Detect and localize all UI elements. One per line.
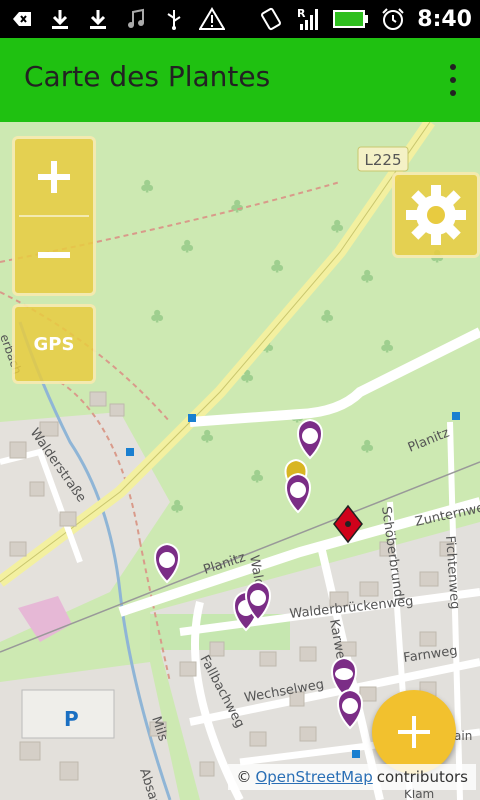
tree-symbol: ♣: [320, 307, 334, 326]
overflow-menu-icon[interactable]: [446, 64, 460, 96]
back-notification-icon: [8, 5, 36, 33]
tree-symbol: ♣: [180, 237, 194, 256]
bus-stop-icon: [352, 750, 360, 758]
notification-icons: [8, 4, 226, 34]
bus-stop-icon: [126, 448, 134, 456]
zoom-out-button[interactable]: [15, 217, 93, 293]
zoom-in-button[interactable]: [15, 139, 93, 215]
settings-button[interactable]: [392, 172, 480, 258]
download-icon: [46, 5, 74, 33]
roaming-signal-icon: R: [295, 5, 323, 33]
map-view[interactable]: ♣ ♣ ♣ ♣ ♣ ♣ ♣ ♣ ♣ ♣ ♣ ♣ ♣ ♣ ♣ ♣ ♣: [0, 122, 480, 800]
tree-symbol: ♣: [250, 467, 264, 486]
overflow-dot: [450, 90, 456, 96]
openstreetmap-link[interactable]: OpenStreetMap: [255, 768, 372, 786]
battery-icon: [333, 5, 369, 33]
music-icon: [122, 5, 150, 33]
tree-symbol: ♣: [150, 307, 164, 326]
gps-button[interactable]: GPS: [12, 304, 96, 384]
add-plant-fab[interactable]: [372, 690, 456, 774]
zoom-control: [12, 136, 96, 296]
status-bar: R 8:40: [0, 0, 480, 38]
plus-icon: [38, 161, 70, 193]
status-time: 8:40: [417, 6, 472, 32]
usb-icon: [160, 5, 188, 33]
gear-icon: [406, 185, 466, 245]
tree-symbol: ♣: [360, 267, 374, 286]
gps-label: GPS: [33, 333, 75, 355]
tree-symbol: ♣: [170, 497, 184, 516]
map-attribution: © OpenStreetMap contributors: [228, 764, 476, 790]
alarm-icon: [379, 5, 407, 33]
bus-stop-icon: [452, 412, 460, 420]
app-bar: Carte des Plantes: [0, 38, 480, 122]
attribution-copyright: ©: [236, 768, 252, 786]
svg-text:R: R: [297, 7, 306, 20]
tree-symbol: ♣: [140, 177, 154, 196]
overflow-dot: [450, 77, 456, 83]
rotation-icon: [257, 5, 285, 33]
parking-label: P: [64, 707, 79, 731]
road-badge-l225: L225: [357, 146, 409, 172]
tree-symbol: ♣: [270, 257, 284, 276]
attribution-suffix: contributors: [376, 768, 468, 786]
app-title: Carte des Plantes: [24, 60, 271, 93]
tree-symbol: ♣: [200, 427, 214, 446]
road-badge-label: L225: [365, 151, 402, 169]
overflow-dot: [450, 64, 456, 70]
download-icon: [84, 5, 112, 33]
tree-symbol: ♣: [330, 217, 344, 236]
warning-icon: [198, 5, 226, 33]
bus-stop-icon: [188, 414, 196, 422]
system-icons: R 8:40: [257, 4, 472, 34]
minus-icon: [38, 251, 70, 258]
plus-icon: [398, 716, 430, 748]
tree-symbol: ♣: [360, 437, 374, 456]
tree-symbol: ♣: [230, 197, 244, 216]
tree-symbol: ♣: [380, 337, 394, 356]
street-label-rain: ain: [454, 729, 472, 743]
